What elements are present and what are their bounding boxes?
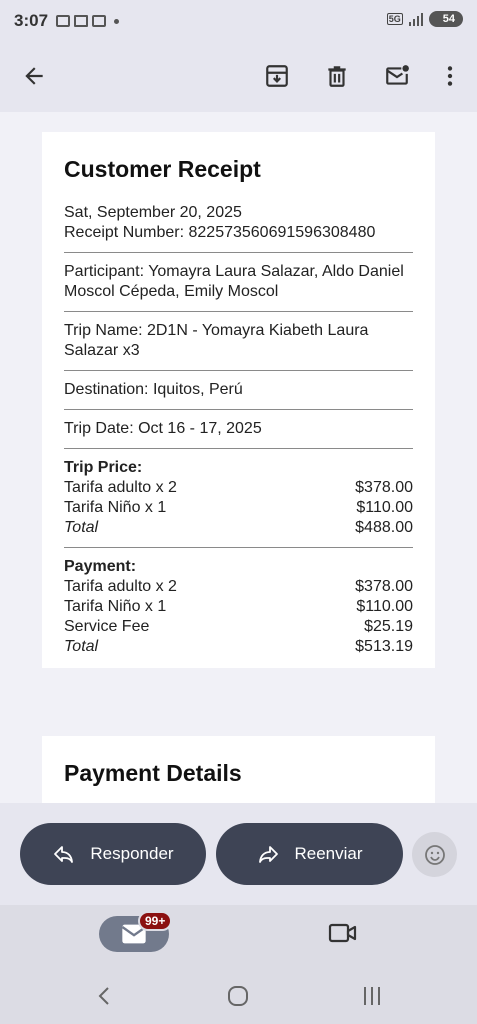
reply-label: Responder — [90, 844, 174, 863]
screenshot-icon — [56, 15, 71, 27]
payment-row: Tarifa adulto x 2 $378.00 — [64, 577, 413, 597]
notification-icons — [56, 15, 120, 27]
price-row: Tarifa Niño x 1 $110.00 — [64, 498, 413, 518]
payment-label: Service Fee — [64, 618, 150, 635]
signal-icon — [408, 12, 423, 26]
status-bar: 3:07 5G 54 — [0, 0, 477, 42]
trip-date-line: Trip Date: Oct 16 - 17, 2025 — [64, 420, 262, 437]
bottom-nav: 99+ — [0, 905, 477, 968]
payment-amount: $25.19 — [364, 618, 413, 635]
receipt-card: Customer Receipt Sat, September 20, 2025… — [42, 132, 435, 668]
participant-line: Participant: Yomayra Laura Salazar, Aldo… — [64, 263, 404, 300]
status-time: 3:07 — [14, 11, 49, 30]
payment-amount: $378.00 — [355, 578, 413, 595]
payment-label: Tarifa adulto x 2 — [64, 578, 177, 595]
payment-row: Tarifa Niño x 1 $110.00 — [64, 597, 413, 617]
video-camera-icon — [328, 923, 357, 943]
divider — [64, 409, 413, 410]
receipt-header: Sat, September 20, 2025 Receipt Number: … — [64, 203, 413, 243]
total-amount: $513.19 — [355, 638, 413, 655]
unread-count-badge: 99+ — [138, 911, 173, 931]
divider — [64, 370, 413, 371]
archive-icon — [266, 65, 288, 87]
status-right: 5G 54 — [386, 11, 463, 27]
receipt-title: Customer Receipt — [64, 156, 261, 182]
delete-button[interactable] — [317, 56, 357, 96]
gmail-icon — [74, 15, 89, 27]
divider — [64, 448, 413, 449]
payment-row: Service Fee $25.19 — [64, 617, 413, 637]
system-recents-button[interactable] — [358, 982, 386, 1010]
back-arrow-icon — [25, 67, 43, 85]
home-circle-icon — [228, 986, 248, 1006]
divider — [64, 311, 413, 312]
divider — [64, 252, 413, 253]
battery-level: 54 — [428, 11, 463, 27]
more-vert-icon — [447, 66, 453, 86]
reply-actions-bar: Responder Reenviar — [0, 803, 477, 905]
back-button[interactable] — [14, 56, 54, 96]
network-type: 5G — [386, 13, 403, 25]
price-total-row: Total $488.00 — [64, 518, 413, 538]
trip-price-heading: Trip Price: — [64, 459, 143, 476]
forward-icon — [259, 846, 279, 863]
total-label: Total — [64, 638, 99, 655]
emoji-reaction-button[interactable] — [412, 832, 457, 877]
receipt-date: Sat, September 20, 2025 — [64, 204, 242, 221]
payment-label: Tarifa Niño x 1 — [64, 598, 167, 615]
more-notifications-dot-icon — [114, 18, 120, 24]
payment-details-card: Payment Details — [42, 736, 435, 803]
destination-line: Destination: Iquitos, Perú — [64, 381, 243, 398]
price-amount: $378.00 — [355, 479, 413, 496]
smiley-icon — [424, 844, 445, 865]
recents-icon — [364, 987, 380, 1005]
more-options-button[interactable] — [430, 56, 470, 96]
payment-section: Payment: Tarifa adulto x 2 $378.00 Tarif… — [64, 557, 413, 657]
total-amount: $488.00 — [355, 519, 413, 536]
payment-details-title: Payment Details — [64, 760, 242, 786]
nav-meet-tab[interactable] — [328, 921, 358, 945]
email-body[interactable]: Customer Receipt Sat, September 20, 2025… — [0, 112, 477, 803]
mark-unread-icon — [386, 65, 409, 85]
trip-name-line: Trip Name: 2D1N - Yomayra Kiabeth Laura … — [64, 322, 369, 359]
trip-price-section: Trip Price: Tarifa adulto x 2 $378.00 Ta… — [64, 458, 413, 538]
camera-icon — [92, 15, 107, 27]
payment-total-row: Total $513.19 — [64, 637, 413, 657]
price-label: Tarifa Niño x 1 — [64, 499, 167, 516]
total-label: Total — [64, 519, 99, 536]
forward-label: Reenviar — [294, 844, 363, 863]
system-home-button[interactable] — [224, 982, 252, 1010]
payment-amount: $110.00 — [356, 598, 413, 615]
payment-heading: Payment: — [64, 558, 137, 575]
divider — [64, 547, 413, 548]
price-row: Tarifa adulto x 2 $378.00 — [64, 478, 413, 498]
system-back-button[interactable] — [90, 982, 118, 1010]
reply-icon — [54, 846, 74, 863]
forward-button[interactable]: Reenviar — [216, 823, 403, 885]
app-bar — [0, 42, 477, 112]
system-nav-bar — [0, 968, 477, 1024]
chevron-left-icon — [98, 987, 109, 1005]
mark-unread-button[interactable] — [377, 56, 417, 96]
archive-button[interactable] — [257, 56, 297, 96]
price-amount: $110.00 — [356, 499, 413, 516]
price-label: Tarifa adulto x 2 — [64, 479, 177, 496]
reply-button[interactable]: Responder — [20, 823, 206, 885]
delete-icon — [328, 66, 346, 87]
receipt-number: Receipt Number: 822573560691596308480 — [64, 224, 376, 241]
